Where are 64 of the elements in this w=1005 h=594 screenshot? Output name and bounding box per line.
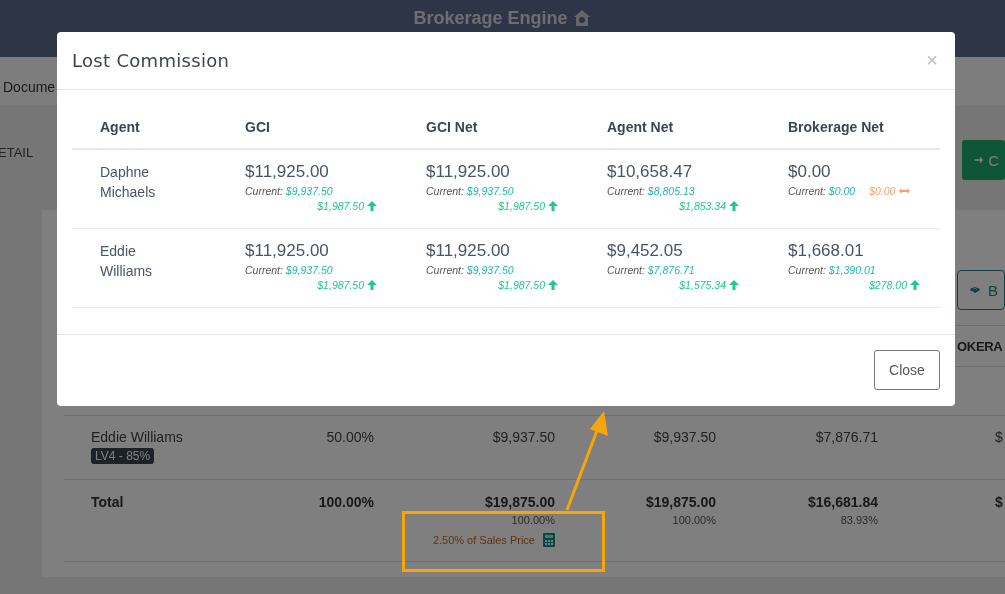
percent-text: 100.00%	[511, 514, 555, 526]
arrow-up-icon	[729, 280, 739, 290]
column-header: GCI	[245, 118, 271, 135]
current-text: Current: $0.00	[788, 185, 856, 197]
logo-text: Brokerage Engine	[413, 8, 568, 29]
table-cell-text: $9,937.50	[652, 429, 716, 447]
current-text: Current: $9,937.50	[245, 185, 333, 197]
table-cell-text: $	[994, 429, 1004, 447]
double-arrow-icon	[899, 188, 911, 194]
amount-text: $11,925.00	[245, 241, 330, 261]
change-text: $1,987.50	[498, 279, 545, 291]
amount-text: $11,925.00	[426, 162, 511, 182]
total-label: Total	[91, 494, 124, 510]
current-text: Current: $9,937.50	[426, 185, 514, 197]
agent-name: Daphne Michaels	[99, 163, 157, 202]
change-text: $1,853.34	[679, 200, 726, 212]
amount-text: $11,925.00	[245, 162, 330, 182]
amount-text: $10,658.47	[607, 162, 694, 182]
level-badge: LV4 - 85%	[91, 448, 155, 464]
current-text: Current: $7,876.71	[607, 264, 695, 276]
agent-name: Eddie Williams	[91, 429, 183, 445]
amount-text: $9,452.05	[607, 241, 684, 261]
calculator-icon[interactable]	[543, 533, 555, 547]
secondary-button[interactable]: B	[957, 270, 1005, 310]
change-text: $1,987.50	[317, 279, 364, 291]
current-text: Current: $1,390.01	[788, 264, 876, 276]
change-text: $1,987.50	[317, 200, 364, 212]
column-header: Brokerage Net	[788, 118, 885, 135]
column-header: Agent	[99, 118, 141, 135]
total-value: 100.00%	[318, 494, 374, 510]
change-text: $278.00	[869, 279, 907, 291]
sales-price-note: 2.50% of Sales Price	[432, 534, 535, 546]
current-text: Current: $9,937.50	[245, 264, 333, 276]
total-value: $19,875.00	[484, 494, 555, 510]
arrow-up-icon	[548, 201, 558, 211]
table-cell-text: $7,876.71	[814, 429, 878, 447]
arrow-up-icon	[367, 280, 377, 290]
percent-text: 83.93%	[840, 514, 878, 526]
agent-name: Eddie Williams	[99, 242, 154, 281]
change-text: $1,987.50	[498, 200, 545, 212]
close-button[interactable]: Close	[874, 350, 940, 390]
arrow-up-icon	[910, 280, 920, 290]
column-header: GCI Net	[426, 118, 479, 135]
percent-text: 100.00%	[672, 514, 716, 526]
column-header: OKERA	[956, 338, 1004, 354]
column-header: Agent Net	[607, 118, 675, 135]
arrow-up-icon	[548, 280, 558, 290]
change-text: $1,575.34	[679, 279, 726, 291]
change-text: $0.00	[869, 185, 896, 197]
amount-text: $1,668.01	[788, 241, 865, 261]
table-cell-text: $9,937.50	[491, 429, 555, 447]
total-value: $	[995, 494, 1003, 510]
total-value: $19,875.00	[645, 494, 716, 510]
total-value: $16,681.84	[807, 494, 878, 510]
amount-text: $11,925.00	[426, 241, 511, 261]
table-cell-text: 50.00%	[325, 429, 374, 447]
current-text: Current: $8,805.13	[607, 185, 695, 197]
amount-text: $0.00	[788, 162, 832, 182]
arrow-up-icon	[729, 201, 739, 211]
current-text: Current: $9,937.50	[426, 264, 514, 276]
modal-title: Lost Commission	[72, 50, 230, 71]
action-button[interactable]: C	[962, 140, 1005, 180]
nav-tab[interactable]: Docume	[3, 79, 56, 95]
arrow-up-icon	[367, 201, 377, 211]
